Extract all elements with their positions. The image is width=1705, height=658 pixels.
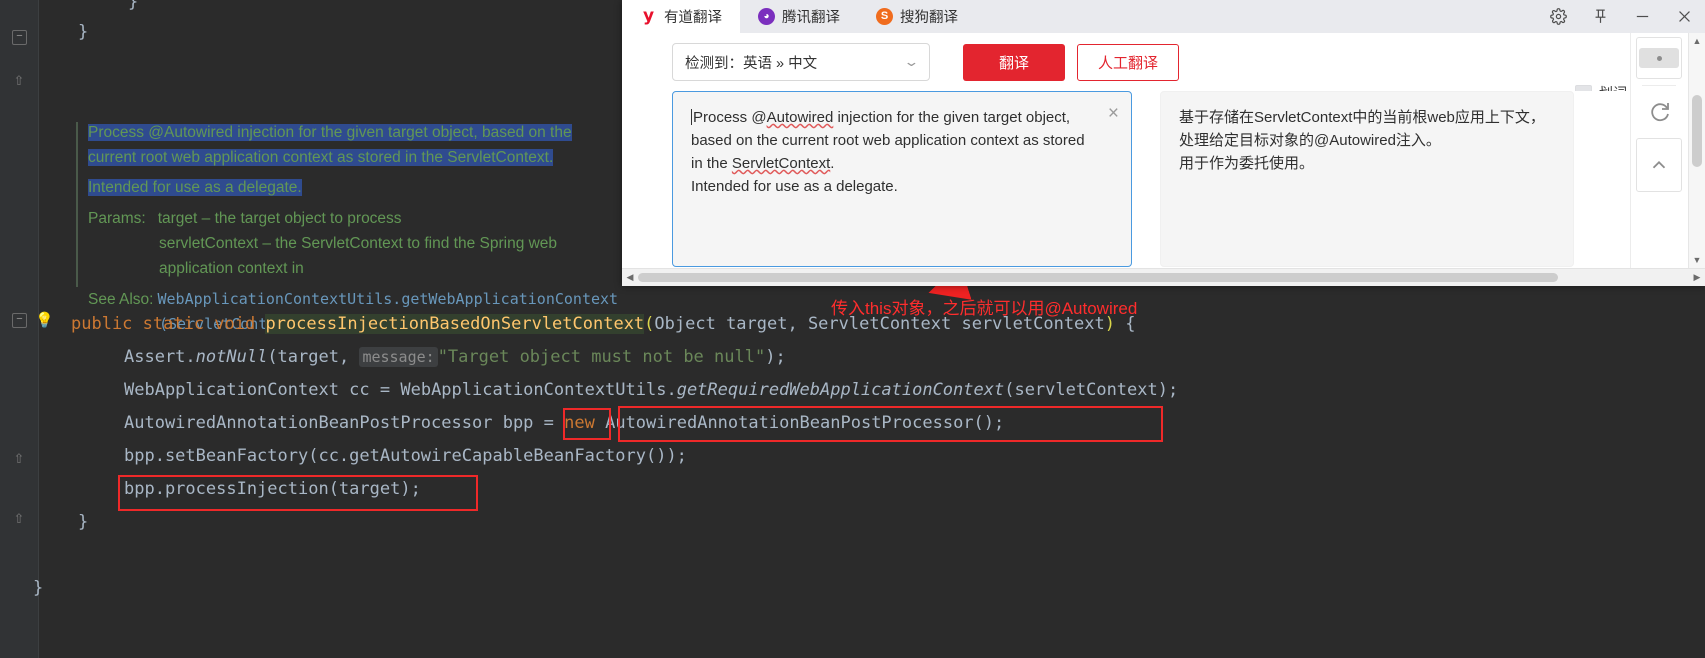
- assert-prefix: Assert.: [124, 347, 196, 367]
- javadoc-seealso-link[interactable]: WebApplicationContextUtils.getWebApplica…: [158, 290, 619, 308]
- javadoc-summary-line-3: Intended for use as a delegate.: [88, 175, 668, 200]
- wac-call: getRequiredWebApplicationContext: [677, 380, 1005, 400]
- javadoc-selected-text: Process @Autowired injection for the giv…: [88, 124, 572, 141]
- code-line-brace: }: [128, 0, 138, 19]
- translator-right-rail: [1630, 33, 1687, 272]
- code-line-bpp-declaration[interactable]: AutowiredAnnotationBeanPostProcessor bpp…: [124, 407, 1004, 440]
- annotation-note: 传入this对象，之后就可以用@Autowired: [831, 294, 1137, 319]
- code-line-assert[interactable]: Assert.notNull(target, message:"Target o…: [124, 341, 786, 374]
- tencent-icon: ◕: [758, 8, 775, 25]
- rail-dots-button[interactable]: [1636, 37, 1682, 79]
- javadoc-param-3: application context in: [159, 260, 304, 277]
- assert-suffix: );: [765, 347, 785, 367]
- translator-toolbar: 检测到：英语 » 中文 ⌄ 翻译 人工翻译 划词: [622, 33, 1705, 91]
- screen: − ⇧ − 💡 ⇧ ⇧ } } Process @Autowired injec…: [0, 0, 1705, 658]
- clear-source-button[interactable]: ×: [1108, 104, 1119, 123]
- signature-method-name: processInjectionBasedOnServletContext: [265, 314, 644, 334]
- settings-button[interactable]: [1537, 0, 1579, 33]
- javadoc-summary-line-2: current root web application context as …: [88, 145, 668, 170]
- rail-refresh-button[interactable]: [1637, 92, 1681, 132]
- translator-horizontal-scrollbar[interactable]: ◀ ▶: [622, 268, 1705, 286]
- rail-collapse-button[interactable]: [1636, 138, 1682, 192]
- output-text-panel[interactable]: 基于存储在ServletContext中的当前根web应用上下文，处理给定目标对…: [1160, 91, 1574, 267]
- gutter-override-icon[interactable]: ⇧: [10, 510, 28, 528]
- javadoc-params-label: Params:: [88, 210, 146, 227]
- vertical-scroll-thumb[interactable]: [1692, 95, 1702, 167]
- code-line-processinjection[interactable]: bpp.processInjection(target);: [124, 473, 421, 506]
- tab-tencent[interactable]: ◕ 腾讯翻译: [740, 0, 858, 33]
- fold-marker[interactable]: −: [12, 313, 27, 328]
- signature-modifiers: public static void: [71, 314, 265, 334]
- wac-args: (servletContext);: [1004, 380, 1178, 400]
- javadoc-params-row: Params: target – the target object to pro…: [88, 206, 668, 231]
- minimize-button[interactable]: [1621, 0, 1663, 33]
- text-caret: [691, 109, 692, 125]
- translator-vertical-scrollbar[interactable]: ▲ ▼: [1688, 33, 1705, 268]
- javadoc-seealso-label: See Also:: [88, 291, 154, 308]
- signature-open-paren: (: [644, 314, 654, 334]
- assert-string: "Target object must not be null": [438, 347, 766, 367]
- wac-var: cc =: [339, 380, 400, 400]
- translator-tab-list: y 有道翻译 ◕ 腾讯翻译 S 搜狗翻译: [622, 0, 976, 33]
- scroll-up-icon[interactable]: ▲: [1689, 33, 1705, 49]
- assert-args: (target,: [267, 347, 359, 367]
- rail-divider: [1642, 85, 1676, 86]
- gutter-override-icon[interactable]: ⇧: [10, 72, 28, 90]
- tab-youdao[interactable]: y 有道翻译: [622, 0, 740, 33]
- gutter-override-icon[interactable]: ⇧: [10, 450, 28, 468]
- wac-type: WebApplicationContext: [124, 380, 339, 400]
- language-selector-value: 检测到：英语 » 中文: [685, 52, 817, 73]
- code-line-class-close-brace: }: [33, 572, 43, 605]
- close-button[interactable]: [1663, 0, 1705, 33]
- bpp-type: AutowiredAnnotationBeanPostProcessor: [124, 413, 503, 433]
- javadoc-summary-line-1: Process @Autowired injection for the giv…: [88, 120, 668, 145]
- translator-body: Process @Autowired injection for the giv…: [622, 91, 1705, 271]
- code-line-webapplicationcontext[interactable]: WebApplicationContext cc = WebApplicatio…: [124, 374, 1178, 407]
- javadoc-param-2: servletContext – the ServletContext to f…: [159, 235, 557, 252]
- code-line-close-brace: }: [78, 16, 88, 49]
- translator-window: y 有道翻译 ◕ 腾讯翻译 S 搜狗翻译: [622, 0, 1705, 285]
- output-text: 基于存储在ServletContext中的当前根web应用上下文，处理给定目标对…: [1179, 106, 1557, 175]
- youdao-icon: y: [640, 8, 657, 25]
- pin-button[interactable]: [1579, 0, 1621, 33]
- bpp-new-keyword: new: [564, 413, 605, 433]
- javadoc-param-3-row: application context in: [88, 256, 668, 281]
- bpp-ctor: AutowiredAnnotationBeanPostProcessor();: [605, 413, 1004, 433]
- horizontal-scroll-thumb[interactable]: [638, 273, 1558, 282]
- javadoc-popup: Process @Autowired injection for the giv…: [88, 120, 668, 337]
- tab-youdao-label: 有道翻译: [664, 6, 722, 27]
- language-selector[interactable]: 检测到：英语 » 中文 ⌄: [672, 43, 930, 81]
- bpp-var: bpp: [503, 413, 534, 433]
- fold-marker[interactable]: −: [12, 30, 27, 45]
- source-text: Process @Autowired injection for the giv…: [691, 106, 1091, 198]
- window-controls: [1537, 0, 1705, 33]
- chevron-down-icon: ⌄: [903, 54, 919, 70]
- javadoc-param-1: target – the target object to process: [158, 210, 402, 227]
- code-line-method-close-brace: }: [78, 506, 88, 539]
- dots-icon: [1639, 48, 1679, 68]
- javadoc-selected-text: current root web application context as …: [88, 149, 553, 166]
- source-text-panel[interactable]: Process @Autowired injection for the giv…: [672, 91, 1132, 267]
- tab-sogou[interactable]: S 搜狗翻译: [858, 0, 976, 33]
- scroll-down-icon[interactable]: ▼: [1689, 252, 1705, 268]
- assert-method: notNull: [196, 347, 268, 367]
- inline-parameter-hint: message:: [359, 347, 437, 367]
- translator-titlebar[interactable]: y 有道翻译 ◕ 腾讯翻译 S 搜狗翻译: [622, 0, 1705, 33]
- sogou-icon: S: [876, 8, 893, 25]
- tab-sogou-label: 搜狗翻译: [900, 6, 958, 27]
- tab-tencent-label: 腾讯翻译: [782, 6, 840, 27]
- human-translate-button[interactable]: 人工翻译: [1077, 44, 1179, 81]
- javadoc-param-2-row: servletContext – the ServletContext to f…: [88, 231, 668, 256]
- bpp-eq: =: [533, 413, 564, 433]
- javadoc-left-rule: [76, 122, 78, 287]
- scroll-left-icon[interactable]: ◀: [622, 269, 638, 285]
- code-line-setbeanfactory[interactable]: bpp.setBeanFactory(cc.getAutowireCapable…: [124, 440, 687, 473]
- scroll-right-icon[interactable]: ▶: [1689, 269, 1705, 285]
- javadoc-selected-text: Intended for use as a delegate.: [88, 179, 302, 196]
- editor-gutter[interactable]: − ⇧ − 💡 ⇧ ⇧: [0, 0, 39, 658]
- translate-button[interactable]: 翻译: [963, 44, 1065, 81]
- wac-utils: WebApplicationContextUtils.: [400, 380, 676, 400]
